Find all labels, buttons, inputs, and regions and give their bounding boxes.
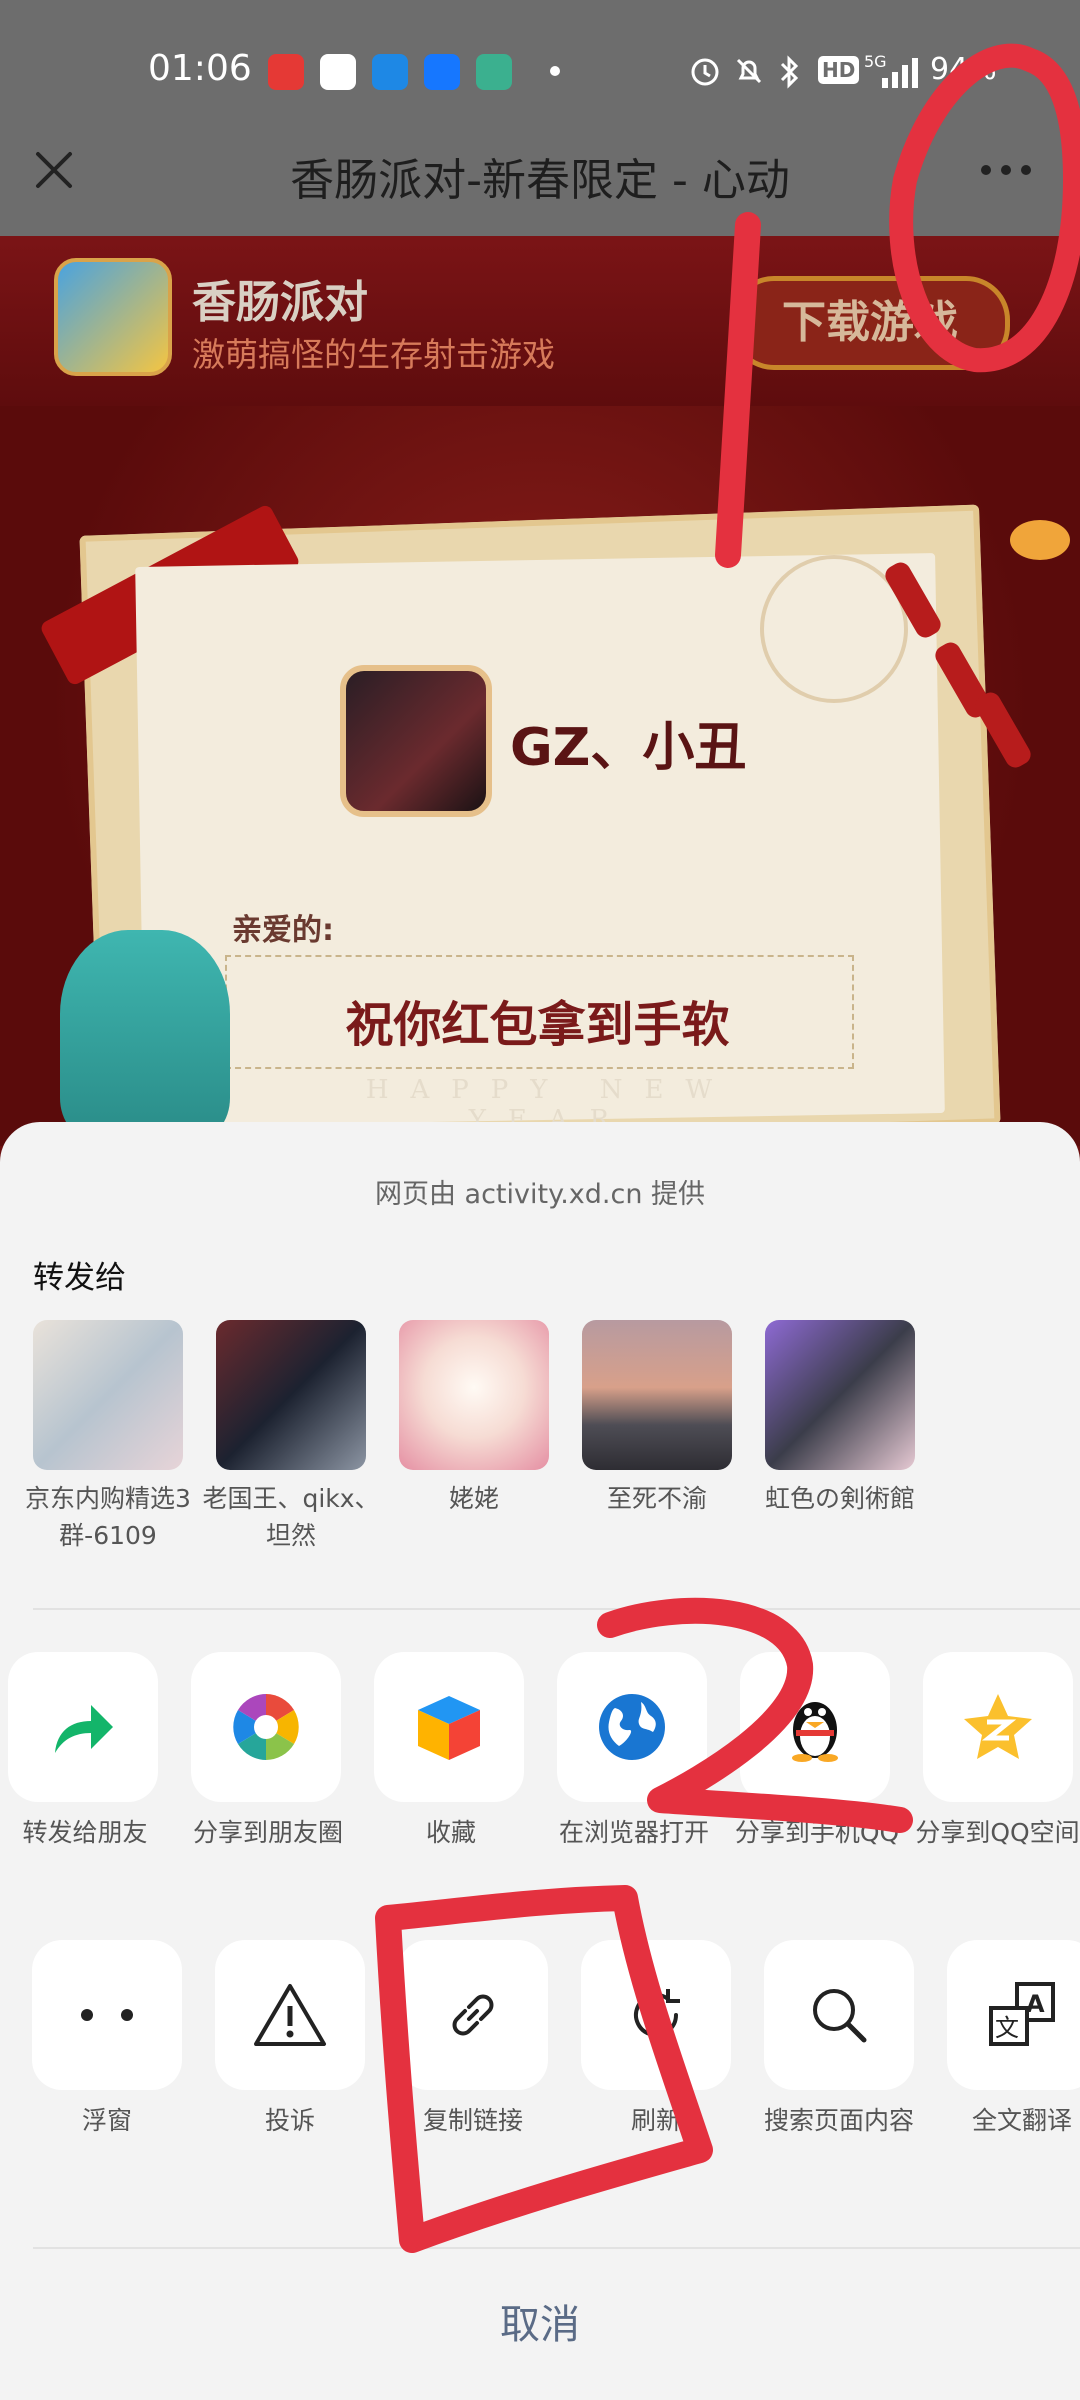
annotation-circle-menu <box>889 43 1080 373</box>
annotation-mark-2 <box>597 1597 913 1833</box>
annotation-box <box>375 1885 713 2253</box>
annotation-mark-1 <box>715 212 761 568</box>
annotation-overlay <box>375 43 1080 2253</box>
